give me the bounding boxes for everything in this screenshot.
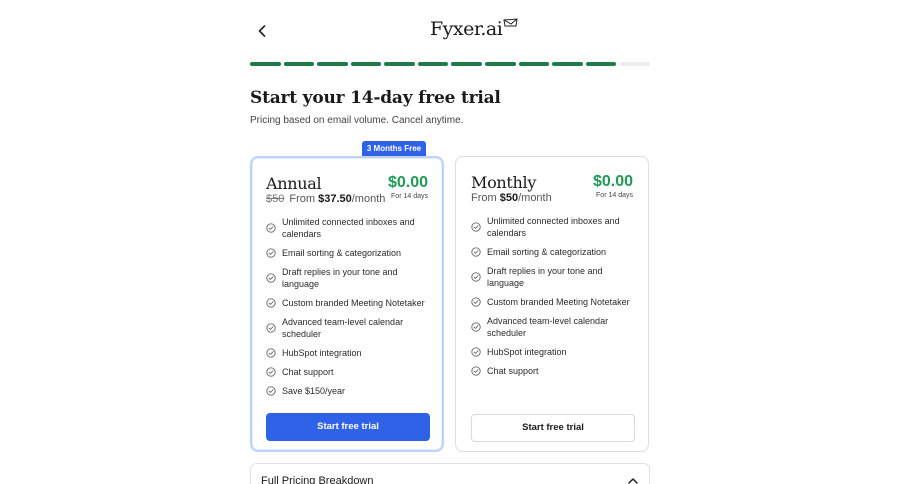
- progress-segment: [317, 62, 348, 66]
- plan-price-note: For 14 days: [596, 192, 633, 199]
- from-price: $37.50: [318, 193, 352, 205]
- feature-item: Custom branded Meeting Notetaker: [471, 296, 637, 308]
- start-free-trial-button[interactable]: Start free trial: [266, 413, 430, 441]
- check-circle-icon: [471, 347, 481, 357]
- progress-segment: [250, 62, 281, 66]
- check-circle-icon: [471, 297, 481, 307]
- pricing-breakdown-toggle[interactable]: Full Pricing Breakdown: [250, 463, 650, 484]
- plan-from-line: From $50/month: [471, 192, 552, 204]
- chevron-left-icon: [258, 25, 266, 37]
- chevron-up-icon: [628, 478, 638, 484]
- check-circle-icon: [266, 386, 276, 396]
- plan-name: Annual: [266, 174, 322, 193]
- feature-text: Unlimited connected inboxes and calendar…: [282, 217, 415, 239]
- plan-price: $0.00: [387, 174, 428, 191]
- plan-price-note: For 14 days: [391, 193, 428, 200]
- feature-text: Unlimited connected inboxes and calendar…: [487, 216, 620, 238]
- feature-item: Email sorting & categorization: [471, 246, 637, 258]
- feature-item: Draft replies in your tone and language: [266, 266, 432, 290]
- logo-text: Fyxer.ai: [430, 18, 503, 40]
- feature-text: Chat support: [282, 367, 334, 377]
- feature-item: HubSpot integration: [266, 347, 432, 359]
- pricing-breakdown-label: Full Pricing Breakdown: [261, 475, 374, 484]
- progress-segment: [451, 62, 483, 66]
- check-circle-icon: [471, 247, 481, 257]
- page-title: Start your 14-day free trial: [250, 88, 501, 108]
- from-label: From: [471, 192, 497, 204]
- feature-item: Email sorting & categorization: [266, 247, 432, 259]
- progress-segment: [552, 62, 583, 66]
- price-period: /month: [518, 192, 552, 204]
- feature-text: Advanced team-level calendar scheduler: [487, 316, 609, 338]
- from-price: $50: [499, 192, 519, 204]
- feature-text: Draft replies in your tone and language: [282, 267, 398, 289]
- feature-text: Custom branded Meeting Notetaker: [487, 297, 630, 307]
- back-button[interactable]: [254, 22, 270, 40]
- plan-badge: 3 Months Free: [362, 141, 426, 156]
- logo: Fyxer.ai: [430, 18, 519, 40]
- feature-text: Email sorting & categorization: [282, 248, 402, 258]
- original-price: $50: [266, 193, 285, 205]
- feature-item: Unlimited connected inboxes and calendar…: [266, 216, 432, 240]
- feature-item: Custom branded Meeting Notetaker: [266, 297, 432, 309]
- check-circle-icon: [266, 348, 276, 358]
- feature-text: Advanced team-level calendar scheduler: [282, 317, 404, 339]
- progress-segment: [619, 62, 650, 66]
- check-circle-icon: [471, 272, 481, 282]
- start-free-trial-button[interactable]: Start free trial: [471, 414, 635, 442]
- check-circle-icon: [266, 248, 276, 258]
- plan-card-monthly[interactable]: Monthly $0.00 For 14 days From $50/month…: [455, 156, 649, 452]
- envelope-icon: [503, 18, 518, 27]
- feature-list: Unlimited connected inboxes and calendar…: [471, 215, 637, 384]
- plan-name: Monthly: [471, 173, 537, 192]
- check-circle-icon: [266, 223, 276, 233]
- feature-text: Draft replies in your tone and language: [487, 266, 603, 288]
- check-circle-icon: [471, 222, 481, 232]
- feature-list: Unlimited connected inboxes and calendar…: [266, 216, 432, 404]
- feature-item: HubSpot integration: [471, 346, 637, 358]
- progress-segment: [384, 62, 415, 66]
- check-circle-icon: [266, 367, 276, 377]
- feature-item: Draft replies in your tone and language: [471, 265, 637, 289]
- feature-text: Custom branded Meeting Notetaker: [282, 298, 425, 308]
- progress-segment: [417, 62, 449, 66]
- plan-price: $0.00: [592, 173, 633, 190]
- progress-bar: [250, 62, 650, 66]
- check-circle-icon: [266, 273, 276, 283]
- feature-text: Save $150/year: [282, 386, 346, 396]
- feature-item: Chat support: [471, 365, 637, 377]
- feature-item: Chat support: [266, 366, 432, 378]
- feature-text: HubSpot integration: [282, 348, 362, 358]
- feature-item: Unlimited connected inboxes and calendar…: [471, 215, 637, 239]
- progress-segment: [518, 62, 550, 66]
- plan-from-line: $50 From $37.50/month: [266, 193, 385, 205]
- progress-segment: [485, 62, 516, 66]
- from-label: From: [289, 193, 316, 205]
- plan-card-annual[interactable]: Annual $0.00 For 14 days $50 From $37.50/…: [250, 156, 444, 452]
- feature-item: Save $150/year: [266, 385, 432, 397]
- feature-item: Advanced team-level calendar scheduler: [471, 315, 637, 339]
- price-period: /month: [351, 193, 386, 205]
- check-circle-icon: [266, 323, 276, 333]
- check-circle-icon: [266, 298, 276, 308]
- feature-text: Chat support: [487, 366, 539, 376]
- check-circle-icon: [471, 366, 481, 376]
- page-subtitle: Pricing based on email volume. Cancel an…: [250, 115, 464, 126]
- progress-segment: [283, 62, 315, 66]
- feature-text: HubSpot integration: [487, 347, 567, 357]
- check-circle-icon: [471, 322, 481, 332]
- progress-segment: [350, 62, 382, 66]
- feature-text: Email sorting & categorization: [487, 247, 607, 257]
- feature-item: Advanced team-level calendar scheduler: [266, 316, 432, 340]
- progress-segment: [585, 62, 617, 66]
